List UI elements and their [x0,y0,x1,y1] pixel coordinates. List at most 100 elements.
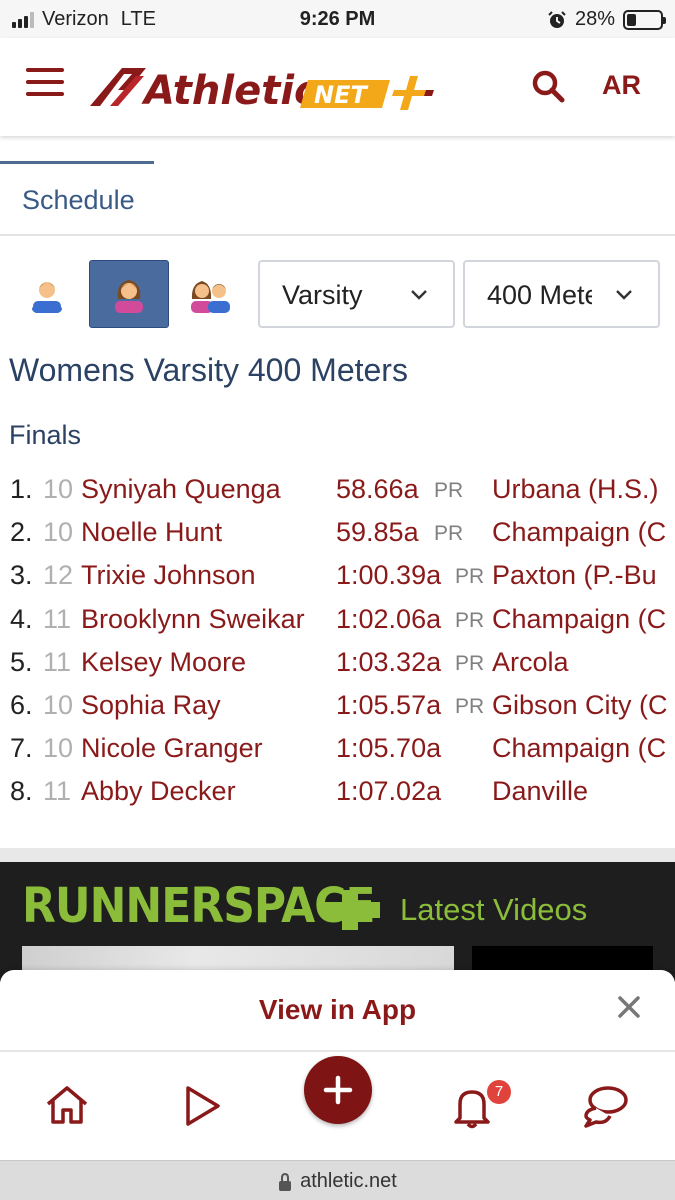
result-row: 1. 10 Syniyah Quenga 58.66a PR Urbana (H.S.) [0,468,675,511]
result-time-link[interactable]: 1:05.57a [336,690,441,721]
people-couple-icon [191,281,230,313]
event-select[interactable]: 400 Meters [463,260,660,328]
result-time-link[interactable]: 1:03.32a [336,647,441,678]
result-row: 2. 10 Noelle Hunt 59.85a PR Champaign (C [0,511,675,554]
search-icon[interactable] [530,68,566,104]
app-header: Athletic NET AR [0,38,675,136]
pr-badge: PR [434,479,464,502]
level-select[interactable]: Varsity [258,260,455,328]
team-name-link[interactable]: Arcola [492,647,569,678]
result-time-link[interactable]: 1:07.02a [336,776,441,807]
logo-athletic-text: Athletic [141,68,318,114]
pr-badge: PR [434,522,464,546]
team-name-link[interactable]: Paxton (P.-Bu [492,560,657,591]
result-grade: 10 [43,474,74,504]
result-time-link[interactable]: 1:02.06a [336,604,441,635]
browser-url-bar[interactable]: athletic.net [0,1160,675,1200]
pr-badge: PR [455,565,485,589]
chevron-down-icon [616,290,632,300]
male-person-icon [32,282,62,313]
battery-percent: 28% [574,8,615,30]
athlete-name-link[interactable]: Brooklynn Sweikar [81,604,305,635]
result-grade: 10 [43,517,74,548]
both-genders-filter-button[interactable] [170,260,250,328]
result-place: 3. [10,560,33,591]
play-icon[interactable] [178,1082,226,1130]
bottom-nav: 7 [0,1052,675,1160]
athlete-name-link[interactable]: Kelsey Moore [81,647,246,678]
home-icon[interactable] [43,1082,91,1130]
lock-icon [279,1172,292,1191]
athlete-name-link[interactable]: Trixie Johnson [81,560,256,591]
result-grade: 11 [43,603,72,634]
chat-icon[interactable] [582,1082,630,1130]
event-select-value: 400 Meters [487,280,592,310]
team-name-link[interactable]: Champaign (C [492,604,666,635]
team-name-link[interactable]: Champaign (C [492,517,666,548]
result-place: 1. [10,474,33,504]
chevron-down-icon [411,290,427,300]
battery-fill [627,13,636,26]
women-filter-button[interactable] [89,260,169,328]
pr-badge: PR [455,694,485,718]
battery-icon [623,9,666,30]
result-grade: 11 [43,776,72,807]
team-name-link[interactable]: Danville [492,776,588,807]
result-grade: 10 [43,733,74,764]
status-right: 28% [547,8,666,31]
close-icon[interactable] [616,994,642,1020]
plus-icon [323,1075,353,1105]
men-filter-button[interactable] [7,260,87,328]
level-select-value: Varsity [282,280,363,310]
team-name-link[interactable]: Urbana (H.S.) [492,474,659,505]
url-container: athletic.net [0,1170,675,1193]
result-grade: 10 [43,689,74,720]
athlete-name-link[interactable]: Nicole Granger [81,733,263,764]
user-initials-button[interactable]: AR [602,70,641,101]
result-time-link[interactable]: 59.85a [336,517,419,548]
results-list: 1. 10 Syniyah Quenga 58.66a PR Urbana (H.S.) 2… [0,468,675,814]
section-title: Finals [9,420,82,450]
result-time-link[interactable]: 58.66a [336,474,419,505]
logo-net-text: NET [314,81,368,109]
athlete-name-link[interactable]: Abby Decker [81,776,236,807]
runnerspace-section: RUNNERSPACE Latest Videos [0,862,675,982]
result-row: 3. 12 Trixie Johnson 1:00.39a PR Paxton (P.-B… [0,554,675,597]
view-in-app-button[interactable]: View in App [0,994,675,1026]
team-name-link[interactable]: Gibson City (C [492,690,668,721]
result-row: 4. 11 Brooklynn Sweikar 1:02.06a PR Champaign… [0,598,675,641]
menu-icon[interactable] [26,68,64,100]
result-grade: 11 [43,646,72,677]
add-button[interactable] [304,1056,372,1124]
result-time-link[interactable]: 1:05.70a [336,733,441,764]
result-row: 8. 11 Abby Decker 1:07.02a Danville [0,770,675,813]
athlete-name-link[interactable]: Sophia Ray [81,690,221,721]
result-row: 7. 10 Nicole Granger 1:05.70a Champaign (C [0,727,675,770]
url-text: athletic.net [300,1170,397,1192]
pr-badge: PR [455,608,485,632]
result-place: 6. [10,689,33,720]
result-grade: 12 [43,560,74,591]
athlete-name-link[interactable]: Noelle Hunt [81,517,222,548]
status-bar: Verizon LTE 9:26 PM 28% [0,0,675,38]
result-row: 6. 10 Sophia Ray 1:05.57a PR Gibson City (C [0,684,675,727]
notification-badge: 7 [487,1080,511,1104]
alarm-icon [548,10,566,28]
tab-bar: Schedule [0,140,675,236]
tab-schedule[interactable]: Schedule [22,185,135,216]
event-title: Womens Varsity 400 Meters [9,352,408,388]
result-place: 5. [10,646,33,677]
result-place: 4. [10,603,33,634]
result-row: 5. 11 Kelsey Moore 1:03.32a PR Arcola [0,641,675,684]
result-place: 7. [10,733,33,764]
section-divider [0,848,675,862]
pr-badge: PR [455,651,485,675]
result-place: 2. [10,517,33,548]
result-time-link[interactable]: 1:00.39a [336,560,441,591]
athletic-net-logo[interactable]: Athletic NET [88,60,448,116]
athlete-name-link[interactable]: Syniyah Quenga [81,474,281,505]
result-place: 8. [10,776,33,807]
latest-videos-heading: Latest Videos [400,892,588,927]
team-name-link[interactable]: Champaign (C [492,733,666,764]
female-person-icon [115,280,143,313]
